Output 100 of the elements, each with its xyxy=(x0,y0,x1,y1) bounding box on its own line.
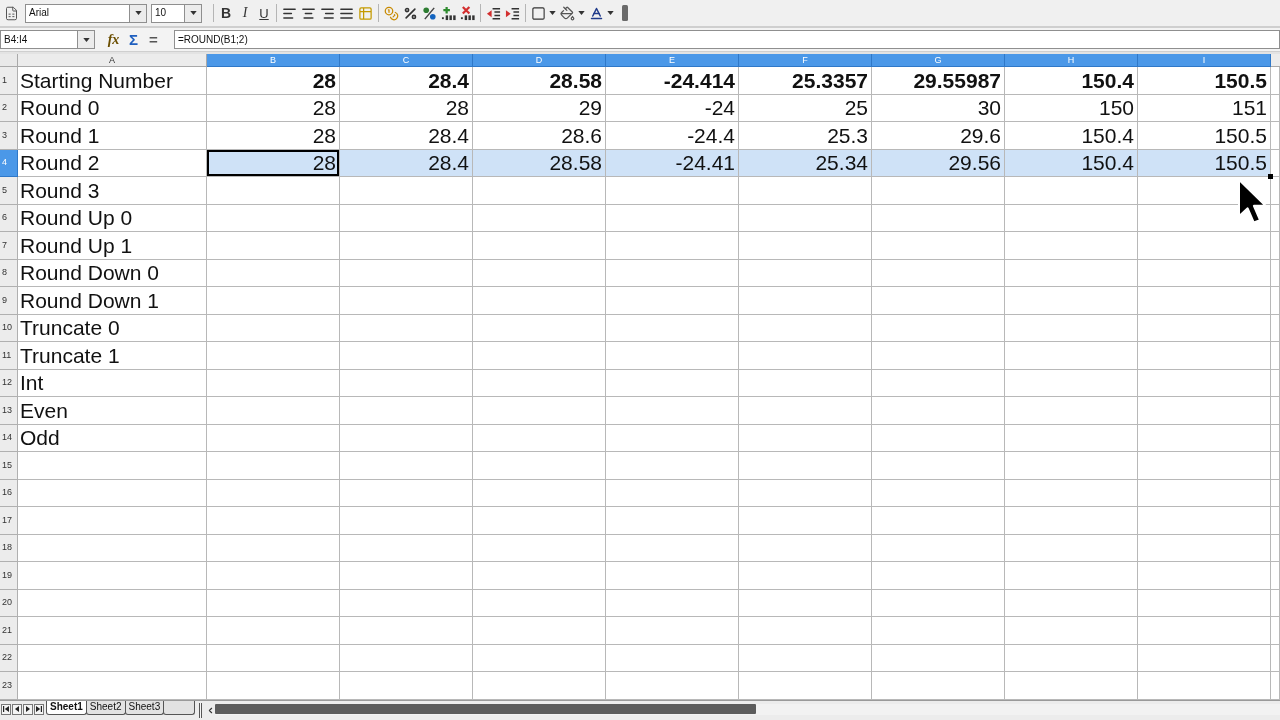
row-header[interactable]: 10 xyxy=(0,314,18,342)
table-cell: -24 xyxy=(606,94,739,122)
row-header[interactable]: 18 xyxy=(0,534,18,562)
skip-first-icon xyxy=(3,706,9,712)
table-cell: 29.56 xyxy=(872,149,1005,177)
horizontal-scrollbar[interactable] xyxy=(215,703,1280,715)
table-cell: 150 xyxy=(1005,94,1138,122)
table-cell: -24.41 xyxy=(606,149,739,177)
bold-button[interactable]: B xyxy=(217,3,235,23)
table-cell: 28 xyxy=(207,149,340,177)
table-cell: 150.5 xyxy=(1138,67,1271,95)
table-cell: 150.5 xyxy=(1138,149,1271,177)
row-header[interactable]: 16 xyxy=(0,479,18,507)
table-cell: 28.4 xyxy=(340,67,473,95)
indent-decrease-icon xyxy=(486,5,501,21)
name-box-field[interactable]: B4:I4 xyxy=(0,30,78,49)
table-cell: 28.6 xyxy=(473,122,606,150)
scrollbar-thumb[interactable] xyxy=(215,704,757,714)
table-cell: 28.4 xyxy=(340,122,473,150)
row-header[interactable]: 17 xyxy=(0,507,18,535)
table-cell: -24.414 xyxy=(606,67,739,95)
font-color-icon xyxy=(589,5,604,21)
table-cell: 25.34 xyxy=(739,149,872,177)
table-cell: 150.4 xyxy=(1005,149,1138,177)
table-cell: 150.5 xyxy=(1138,122,1271,150)
table-cell: 30 xyxy=(872,94,1005,122)
dropdown-button[interactable] xyxy=(78,30,95,49)
sheet-tab[interactable]: Sheet1 xyxy=(46,700,87,715)
equals-button[interactable]: = xyxy=(145,30,162,49)
row-header[interactable]: 11 xyxy=(0,342,18,370)
align-right-icon xyxy=(320,5,335,21)
skip-first-button[interactable] xyxy=(1,703,11,715)
toolbar-grip-icon[interactable] xyxy=(622,5,628,21)
row-header[interactable]: 12 xyxy=(0,369,18,397)
row-header[interactable]: 14 xyxy=(0,424,18,452)
table-cell: 151 xyxy=(1138,94,1271,122)
square-icon xyxy=(531,5,546,21)
formula-input[interactable]: =ROUND(B1;2) xyxy=(174,30,1280,49)
table-cell: 28 xyxy=(207,67,340,95)
caret-icon xyxy=(578,11,585,15)
table-cell: 150.4 xyxy=(1005,122,1138,150)
table-cell: 29 xyxy=(473,94,606,122)
row-header[interactable]: 9 xyxy=(0,287,18,315)
align-left-icon xyxy=(282,5,297,21)
table-cell: 150.4 xyxy=(1005,67,1138,95)
dropdown-button[interactable] xyxy=(130,3,147,23)
table-cell: 28 xyxy=(340,94,473,122)
row-header[interactable]: 3 xyxy=(0,122,18,150)
triangle-left-icon xyxy=(14,706,20,712)
row-header[interactable]: 20 xyxy=(0,589,18,617)
plus-decimal-icon xyxy=(441,5,456,21)
row-header[interactable]: 22 xyxy=(0,644,18,672)
row-header[interactable]: 2 xyxy=(0,94,18,122)
sheet-tab[interactable]: Sheet3 xyxy=(124,700,165,715)
table-cell: 28 xyxy=(207,94,340,122)
caret-icon xyxy=(189,11,197,15)
row-header[interactable]: 13 xyxy=(0,397,18,425)
indent-increase-icon xyxy=(505,5,520,21)
font-name-field[interactable]: Arial xyxy=(25,3,130,23)
sheet-tab[interactable]: Sheet2 xyxy=(85,700,126,715)
column-header[interactable]: A xyxy=(18,54,207,67)
table-cell: -24.4 xyxy=(606,122,739,150)
row-header[interactable]: 8 xyxy=(0,259,18,287)
function-wizard-button[interactable]: fx xyxy=(105,30,122,49)
italic-button[interactable]: I xyxy=(236,3,254,23)
table-cell: 28.58 xyxy=(473,149,606,177)
underline-button[interactable]: U xyxy=(255,3,273,23)
row-header[interactable]: 1 xyxy=(0,67,18,95)
coins-icon xyxy=(384,5,399,21)
row-header[interactable]: 6 xyxy=(0,204,18,232)
table-cell: 25.3357 xyxy=(739,67,872,95)
sum-button[interactable]: Σ xyxy=(125,30,142,49)
row-header[interactable]: 5 xyxy=(0,177,18,205)
table-cell: 25.3 xyxy=(739,122,872,150)
cross-decimal-icon xyxy=(460,5,475,21)
splitter-handle[interactable] xyxy=(199,702,203,718)
row-header[interactable]: 23 xyxy=(0,672,18,700)
spreadsheet-file-icon xyxy=(4,5,19,21)
caret-icon xyxy=(134,11,142,15)
row-header[interactable]: 19 xyxy=(0,562,18,590)
skip-last-icon xyxy=(36,706,42,712)
row-header[interactable]: 7 xyxy=(0,232,18,260)
table-icon xyxy=(358,5,373,21)
row-header[interactable]: 15 xyxy=(0,452,18,480)
table-cell: 29.6 xyxy=(872,122,1005,150)
caret-icon xyxy=(607,11,614,15)
table-cell: 28.4 xyxy=(340,149,473,177)
skip-last-button[interactable] xyxy=(34,703,44,715)
caret-icon xyxy=(549,11,556,15)
triangle-right-button[interactable] xyxy=(23,703,33,715)
justify-icon xyxy=(339,5,354,21)
font-size-field[interactable]: 10 xyxy=(151,3,185,23)
table-cell: 29.55987 xyxy=(872,67,1005,95)
align-center-icon xyxy=(301,5,316,21)
fill-handle[interactable] xyxy=(1268,174,1273,179)
percent-icon xyxy=(403,5,418,21)
row-header[interactable]: 21 xyxy=(0,617,18,645)
triangle-left-button[interactable] xyxy=(12,703,22,715)
dropdown-button[interactable] xyxy=(185,3,202,23)
add-sheet-tab[interactable] xyxy=(163,700,196,715)
